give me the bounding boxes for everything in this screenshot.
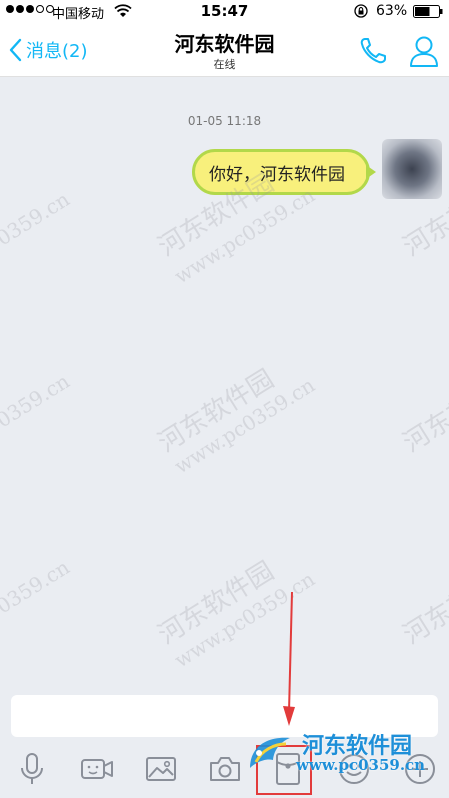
camera-icon[interactable]	[207, 751, 243, 787]
avatar[interactable]	[382, 139, 442, 199]
chat-area[interactable]: 01-05 11:18 你好，河东软件园	[0, 77, 449, 690]
microphone-icon[interactable]	[14, 751, 50, 787]
bubble-tail	[366, 165, 376, 179]
image-icon[interactable]	[143, 751, 179, 787]
rotation-lock-icon	[354, 4, 368, 18]
nav-bar: 消息(2) 河东软件园 在线	[0, 24, 449, 77]
profile-icon[interactable]	[408, 34, 440, 68]
status-bar: 中国移动 15:47 63%	[0, 0, 449, 24]
plus-icon[interactable]	[402, 751, 438, 787]
red-packet-icon[interactable]	[270, 751, 306, 787]
battery-percentage: 63%	[376, 3, 408, 19]
battery-icon	[413, 5, 443, 18]
chat-screen: 中国移动 15:47 63% 消息(2) 河东软件园 在线 01-05 11:1…	[0, 0, 449, 798]
message-bubble[interactable]: 你好，河东软件园	[192, 149, 370, 195]
emoji-icon[interactable]	[336, 751, 372, 787]
phone-icon[interactable]	[358, 36, 388, 66]
message-timestamp: 01-05 11:18	[187, 114, 262, 128]
video-icon[interactable]	[79, 751, 115, 787]
input-toolbar	[0, 745, 449, 798]
message-input[interactable]	[11, 695, 438, 737]
